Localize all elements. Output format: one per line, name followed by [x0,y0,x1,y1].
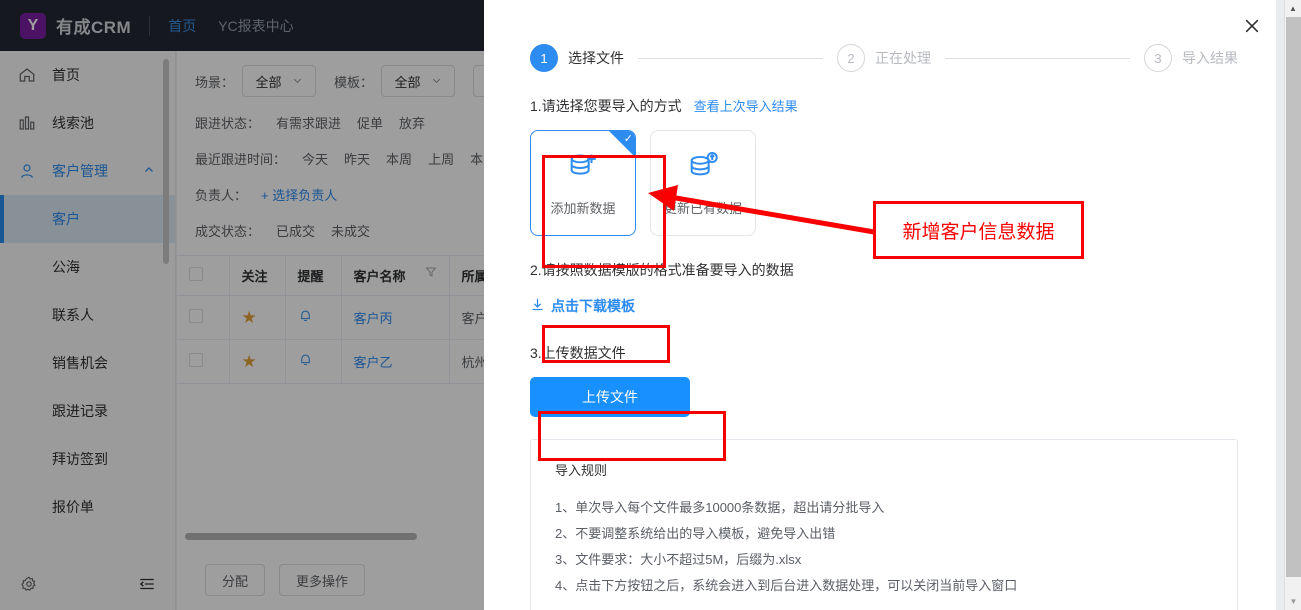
rule-line: 1、单次导入每个文件最多10000条数据，超出请分批导入 [555,500,885,515]
step-label: 选择文件 [568,50,624,66]
step-number: 1 [530,44,558,72]
close-icon[interactable] [1238,12,1266,40]
step1-title-row: 1.请选择您要导入的方式 查看上次导入结果 [530,96,1238,116]
step-import-result[interactable]: 3 导入结果 [1144,44,1238,72]
import-stepper: 1 选择文件 2 正在处理 3 导入结果 [484,0,1284,72]
browser-scrollbar-thumb[interactable] [1286,17,1301,577]
scroll-down-arrow-icon[interactable]: ▼ [1285,593,1301,610]
download-template-label: 点击下载模板 [551,298,635,314]
annotation-text: 新增客户信息数据 [902,221,1055,243]
import-modal: 1 选择文件 2 正在处理 3 导入结果 1.请选择您要导入的方式 查看上次导入… [484,0,1284,610]
step-processing[interactable]: 2 正在处理 [837,44,931,72]
download-icon [530,297,545,315]
card-label: 添加新数据 [550,201,616,216]
upload-file-button[interactable]: 上传文件 [530,377,690,417]
download-template-link[interactable]: 点击下载模板 [530,296,635,316]
annotation-arrow-icon [648,185,881,236]
browser-scrollbar[interactable]: ▲ ▼ [1284,0,1301,610]
step-select-file[interactable]: 1 选择文件 [530,44,624,72]
step3-title: 3.上传数据文件 [530,345,626,361]
scroll-up-arrow-icon[interactable]: ▲ [1285,0,1301,17]
database-add-icon [566,149,600,188]
rule-line: 4、点击下方按钮之后，系统会进入到后台进入数据处理，可以关闭当前导入窗口 [555,578,1018,593]
import-rules-panel: 导入规则 1、单次导入每个文件最多10000条数据，超出请分批导入 2、不要调整… [530,439,1238,610]
rule-line: 2、不要调整系统给出的导入模板，避免导入出错 [555,526,836,541]
annotation-label-box: 新增客户信息数据 [873,201,1084,259]
step-number: 2 [837,44,865,72]
step-number: 3 [1144,44,1172,72]
check-icon: ✓ [623,133,633,145]
step-connector [638,57,823,59]
modal-scrollbar[interactable] [1276,0,1284,610]
step-label: 导入结果 [1182,50,1238,66]
rule-line: 3、文件要求：大小不超过5M，后缀为.xlsx [555,552,802,567]
view-last-import-result-link[interactable]: 查看上次导入结果 [694,99,798,114]
step-connector [945,57,1130,59]
rules-title: 导入规则 [555,463,608,478]
step1-title: 1.请选择您要导入的方式 [530,98,682,114]
step2-title: 2.请按照数据模版的格式准备要导入的数据 [530,262,794,278]
step-label: 正在处理 [875,50,931,66]
import-mode-add-new[interactable]: ✓ 添加新数据 [530,130,636,236]
